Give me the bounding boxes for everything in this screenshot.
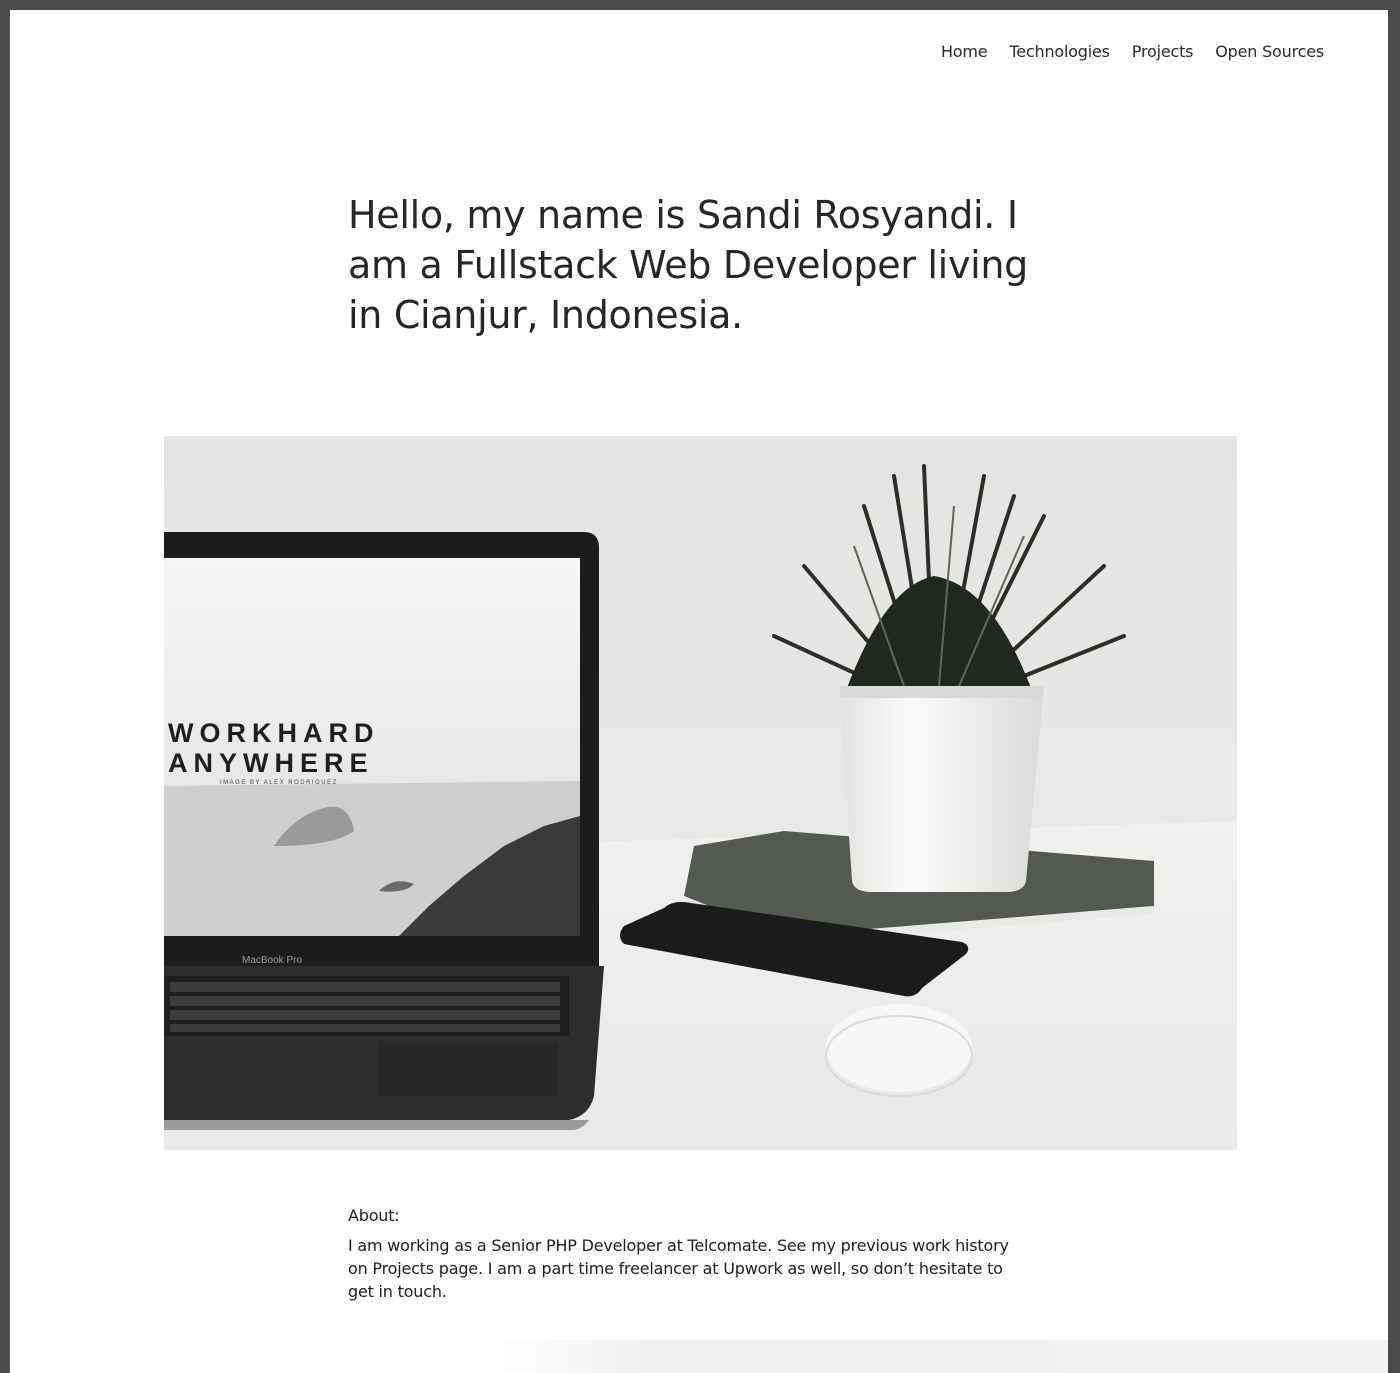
hero-photo-illustration: WORKHARD ANYWHERE IMAGE BY ALEX RODRIGUE… — [164, 436, 1237, 1150]
svg-text:ANYWHERE: ANYWHERE — [168, 748, 374, 778]
nav-home-link[interactable]: Home — [941, 42, 988, 61]
bottom-fade — [480, 1340, 1388, 1373]
about-text: I am working as a Senior PHP Developer a… — [348, 1236, 1009, 1301]
page: Home Technologies Projects Open Sources … — [10, 10, 1388, 1373]
svg-text:WORKHARD: WORKHARD — [168, 718, 379, 748]
svg-text:MacBook Pro: MacBook Pro — [242, 955, 302, 966]
top-nav: Home Technologies Projects Open Sources — [941, 42, 1324, 61]
intro-heading: Hello, my name is Sandi Rosyandi. I am a… — [348, 193, 1028, 337]
nav-open-sources-link[interactable]: Open Sources — [1215, 42, 1324, 61]
about-heading: About: — [348, 1206, 400, 1225]
svg-text:IMAGE BY ALEX RODRIGUEZ: IMAGE BY ALEX RODRIGUEZ — [220, 780, 338, 786]
hero-image: WORKHARD ANYWHERE IMAGE BY ALEX RODRIGUE… — [164, 436, 1237, 1150]
nav-projects-link[interactable]: Projects — [1132, 42, 1194, 61]
nav-technologies-link[interactable]: Technologies — [1009, 42, 1110, 61]
